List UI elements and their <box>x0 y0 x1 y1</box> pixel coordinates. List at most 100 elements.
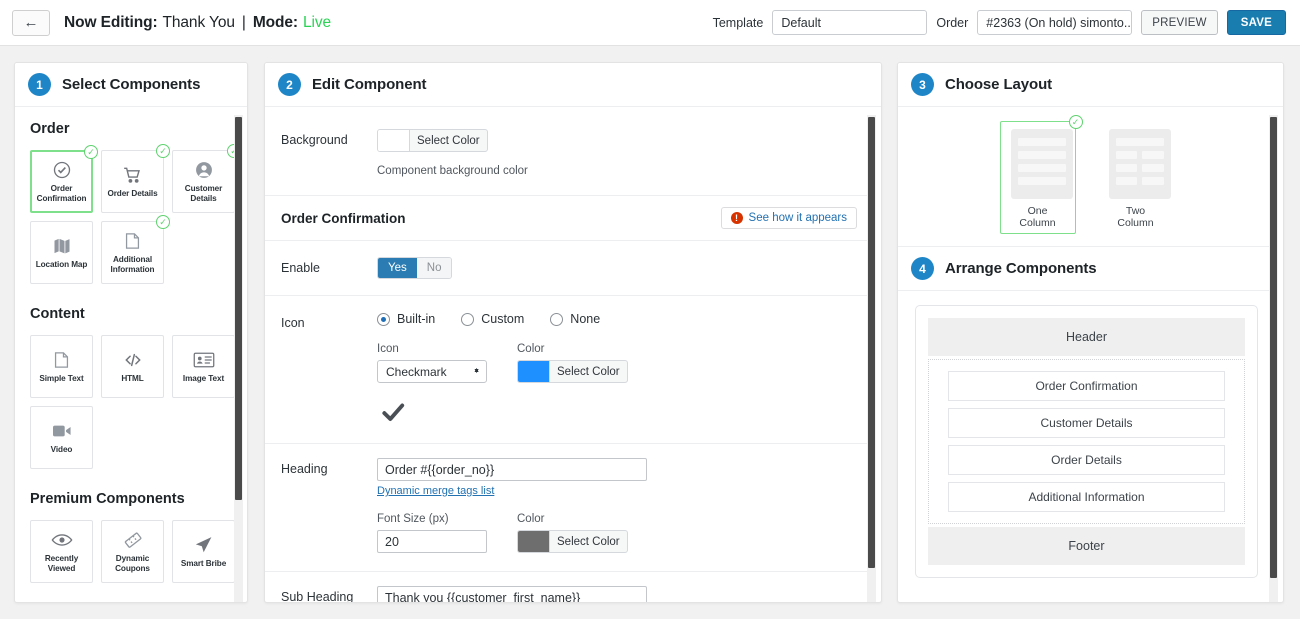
title-separator: | <box>241 13 246 31</box>
selected-check-icon: ✓ <box>156 215 170 229</box>
layout-arrange-body: One Column ✓ Two Column 4 Arrange Compon <box>898 107 1283 602</box>
layout-option-one-column[interactable]: One Column ✓ <box>999 115 1083 234</box>
right-panel-scrollbar[interactable] <box>1269 115 1278 602</box>
template-label: Template <box>712 15 764 30</box>
component-customer-details[interactable]: Customer Details ✓ <box>172 144 241 213</box>
icon-select-color-label: Select Color <box>557 365 620 378</box>
back-button[interactable]: ← <box>12 9 50 36</box>
heading-label: Heading <box>281 462 328 476</box>
map-icon <box>52 235 72 257</box>
top-toolbar: ← Now Editing: Thank You | Mode: Live Te… <box>0 0 1300 46</box>
component-html[interactable]: HTML <box>101 335 164 398</box>
right-scrollbar-thumb[interactable] <box>1270 117 1277 578</box>
see-how-it-appears-label: See how it appears <box>748 212 847 224</box>
icon-type-none-radio[interactable]: None <box>550 312 600 326</box>
layout-option-two-column[interactable]: Two Column <box>1098 121 1174 234</box>
check-circle-icon <box>52 159 72 181</box>
background-select-color-label: Select Color <box>417 134 480 147</box>
layout-arrange-panel: 3 Choose Layout One Column ✓ Two Column … <box>897 62 1284 603</box>
background-help-text: Component background color <box>377 165 528 177</box>
arrange-item-order-details[interactable]: Order Details <box>948 445 1225 475</box>
group-title-premium: Premium Components <box>30 491 185 507</box>
component-image-text[interactable]: Image Text <box>172 335 235 398</box>
middle-scrollbar-thumb[interactable] <box>868 117 875 568</box>
preview-button[interactable]: PREVIEW <box>1141 10 1218 35</box>
see-how-it-appears-button[interactable]: ! See how it appears <box>720 207 857 229</box>
save-button[interactable]: SAVE <box>1226 10 1286 35</box>
component-dynamic-coupons[interactable]: Dynamic Coupons <box>101 520 164 583</box>
heading-select-color-label: Select Color <box>557 535 620 548</box>
heading-font-size-value: 20 <box>385 534 399 549</box>
page-icon <box>123 230 142 252</box>
components-drop-zone[interactable]: Order Confirmation Customer Details Orde… <box>928 359 1245 524</box>
heading-merge-tags-link[interactable]: Dynamic merge tags list <box>377 485 494 497</box>
component-smart-bribe[interactable]: Smart Bribe <box>172 520 235 583</box>
select-components-title: Select Components <box>62 76 201 93</box>
code-icon <box>122 349 144 371</box>
icon-type-radio-group: Built-in Custom None <box>377 312 857 326</box>
component-order-confirmation[interactable]: Order Confirmation ✓ <box>30 145 98 213</box>
component-label: Simple Text <box>39 374 84 383</box>
heading-color-picker[interactable]: Select Color <box>517 530 628 553</box>
selected-check-icon: ✓ <box>84 145 98 159</box>
icon-type-custom-radio[interactable]: Custom <box>461 312 524 326</box>
arrange-area: Header Order Confirmation Customer Detai… <box>898 291 1275 595</box>
icon-color-picker[interactable]: Select Color <box>517 360 628 383</box>
layout-option-label: Two Column <box>1117 205 1154 229</box>
left-scrollbar-thumb[interactable] <box>235 117 242 500</box>
component-video[interactable]: Video <box>30 406 93 469</box>
template-select-value: Default <box>781 15 821 30</box>
layout-selected-check-icon: ✓ <box>1068 115 1083 129</box>
save-button-label: SAVE <box>1240 16 1272 29</box>
template-select[interactable]: Default <box>772 10 928 35</box>
video-icon <box>51 420 73 442</box>
component-label: Smart Bribe <box>180 559 227 568</box>
heading-font-size-input[interactable]: 20 <box>377 530 487 553</box>
step-badge-4: 4 <box>911 257 934 280</box>
component-location-map[interactable]: Location Map <box>30 221 93 284</box>
component-order-details[interactable]: Order Details ✓ <box>101 144 170 213</box>
component-simple-text[interactable]: Simple Text <box>30 335 93 398</box>
step-badge-3: 3 <box>911 73 934 96</box>
arrange-components-header: 4 Arrange Components <box>898 247 1275 291</box>
cart-icon <box>122 164 143 186</box>
rocket-icon <box>193 534 214 556</box>
arrange-item-additional-information[interactable]: Additional Information <box>948 482 1225 512</box>
mode-label: Mode: <box>252 13 298 31</box>
heading-input[interactable]: Order #{{order_no}} <box>377 458 647 481</box>
left-panel-scrollbar[interactable] <box>234 115 243 602</box>
icon-color-swatch <box>518 361 550 382</box>
order-label: Order <box>936 15 969 30</box>
edit-component-header: 2 Edit Component <box>265 63 881 107</box>
selected-check-icon: ✓ <box>156 144 170 158</box>
subheading-input[interactable]: Thank you {{customer_first_name}} <box>377 586 647 602</box>
background-color-picker[interactable]: Select Color <box>377 129 488 152</box>
arrange-item-customer-details[interactable]: Customer Details <box>948 408 1225 438</box>
middle-panel-scrollbar[interactable] <box>867 115 876 602</box>
heading-color-swatch <box>518 531 550 552</box>
component-label: Additional Information <box>110 255 155 274</box>
heading-style-settings: Font Size (px) 20 Color Select Color <box>377 513 857 557</box>
one-column-thumbnail <box>1010 129 1073 199</box>
enable-no-option[interactable]: No <box>416 258 452 278</box>
arrange-item-label: Additional Information <box>1028 490 1145 504</box>
edit-component-title: Edit Component <box>312 76 427 93</box>
arrow-left-icon: ← <box>23 14 39 31</box>
component-recently-viewed[interactable]: Recently Viewed <box>30 520 93 583</box>
component-grid-premium: Recently Viewed Dynamic Coupons Smart Br… <box>30 520 236 583</box>
user-circle-icon <box>194 159 214 181</box>
icon-color-label: Color <box>517 343 545 355</box>
icon-type-builtin-radio[interactable]: Built-in <box>377 312 435 326</box>
heading-font-size-label: Font Size (px) <box>377 513 449 525</box>
background-label: Background <box>281 133 348 147</box>
enable-toggle[interactable]: Yes No <box>377 257 453 279</box>
now-editing-title: Now Editing: Thank You | Mode: Live <box>64 14 331 32</box>
icon-select[interactable]: Checkmark ▲ ▼ <box>377 360 487 383</box>
enable-yes-option[interactable]: Yes <box>378 258 417 278</box>
order-select[interactable]: #2363 (On hold) simonto... <box>977 10 1133 35</box>
arrange-item-order-confirmation[interactable]: Order Confirmation <box>948 371 1225 401</box>
checkmark-icon <box>379 399 857 429</box>
component-additional-information[interactable]: Additional Information ✓ <box>101 215 170 284</box>
id-card-icon <box>193 349 215 371</box>
subheading-label: Sub Heading <box>281 590 354 602</box>
